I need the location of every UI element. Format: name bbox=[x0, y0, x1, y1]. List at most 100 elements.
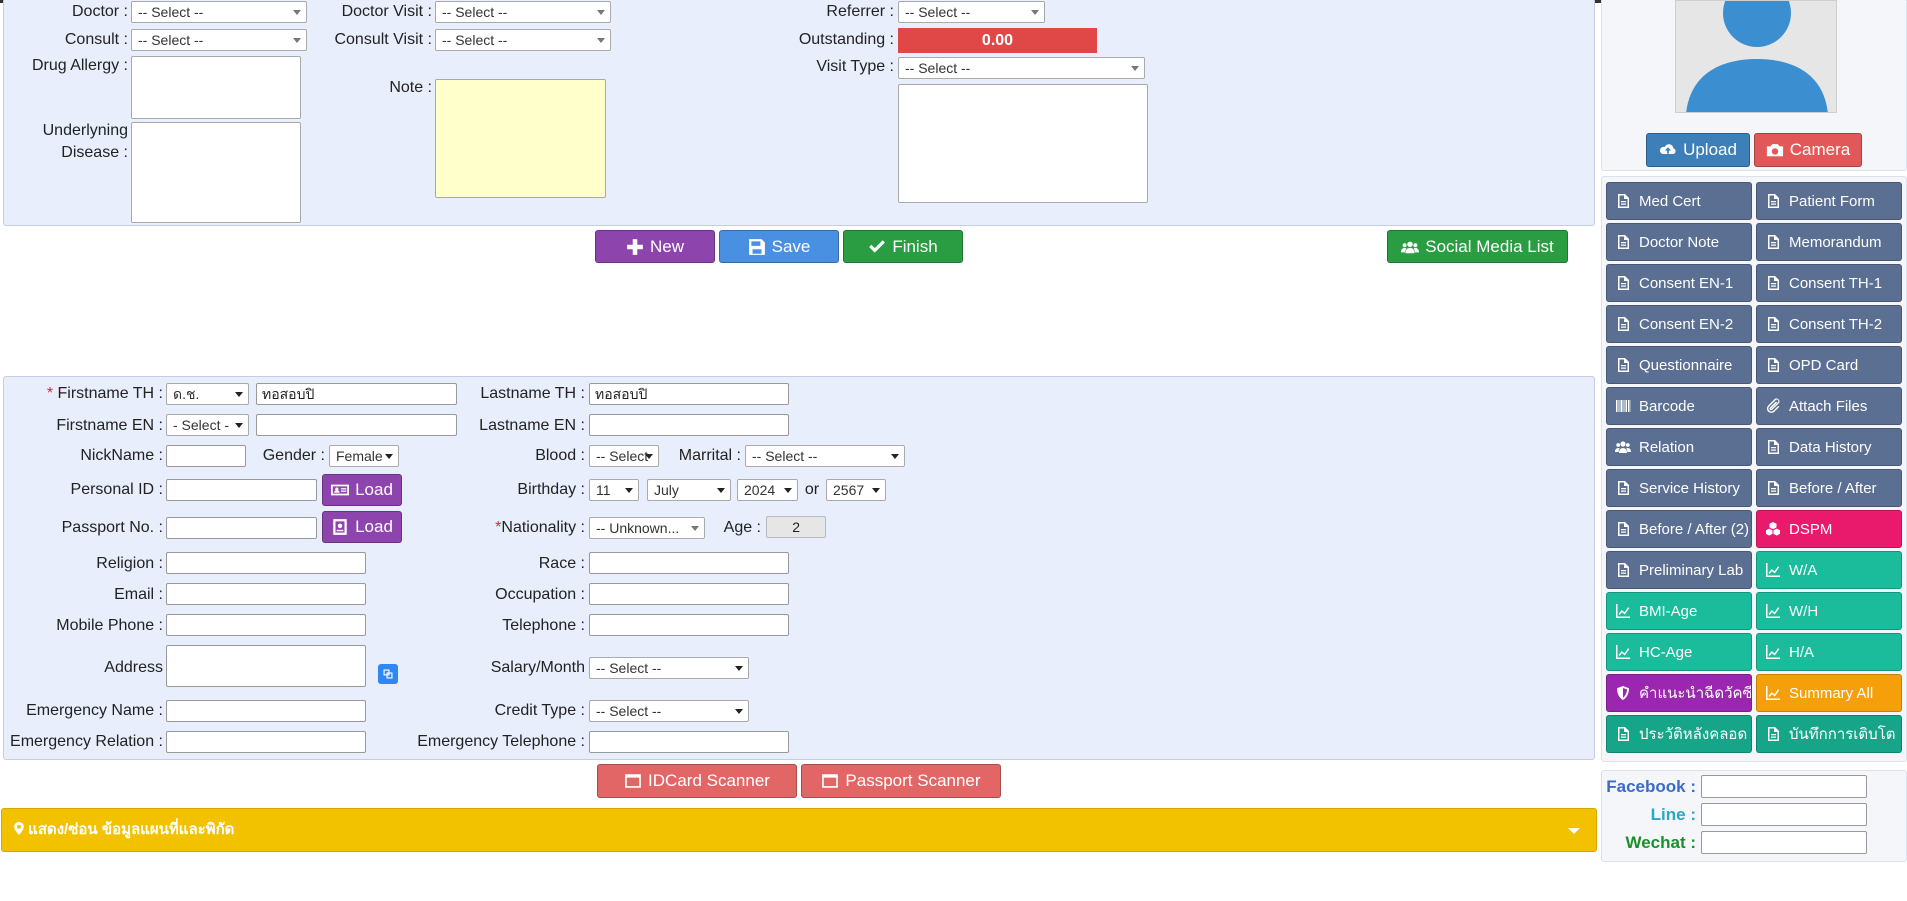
social-media-list-button[interactable]: Social Media List bbox=[1387, 230, 1568, 263]
title-th-select[interactable]: ด.ช. bbox=[166, 383, 249, 405]
facebook-input[interactable] bbox=[1701, 775, 1867, 798]
passport-load-button[interactable]: Load bbox=[322, 511, 402, 543]
side-button-doctor-note[interactable]: Doctor Note bbox=[1606, 223, 1752, 261]
occupation-input[interactable] bbox=[589, 583, 789, 605]
emergency-telephone-input[interactable] bbox=[589, 731, 789, 753]
side-button-summary-all[interactable]: Summary All bbox=[1756, 674, 1902, 712]
title-en-select[interactable]: - Select - bbox=[166, 414, 249, 436]
side-button-dspm[interactable]: DSPM bbox=[1756, 510, 1902, 548]
underlying-label-line1: Underlyning bbox=[42, 122, 128, 139]
firstname-th-input[interactable]: ทอสอบปิ bbox=[256, 383, 457, 405]
mobile-phone-input[interactable] bbox=[166, 614, 366, 636]
save-button[interactable]: Save bbox=[719, 230, 839, 263]
emergency-relation-label: Emergency Relation : bbox=[10, 733, 163, 750]
new-button[interactable]: New bbox=[595, 230, 715, 263]
referrer-label: Referrer : bbox=[826, 3, 894, 20]
side-button-memorandum[interactable]: Memorandum bbox=[1756, 223, 1902, 261]
chart-line-icon bbox=[1766, 645, 1780, 659]
visit-type-textarea[interactable] bbox=[898, 84, 1148, 203]
line-input[interactable] bbox=[1701, 803, 1867, 826]
side-button-consent-th-1[interactable]: Consent TH-1 bbox=[1756, 264, 1902, 302]
finish-button-label: Finish bbox=[892, 236, 938, 256]
chart-line-icon bbox=[1766, 686, 1780, 700]
side-button-thai-26[interactable]: ประวัติหลังคลอด bbox=[1606, 715, 1752, 753]
side-button-barcode[interactable]: Barcode bbox=[1606, 387, 1752, 425]
side-button-label: Data History bbox=[1789, 438, 1872, 456]
note-textarea[interactable] bbox=[435, 79, 606, 198]
birth-month-select[interactable]: July bbox=[647, 479, 731, 501]
side-button-preliminary-lab[interactable]: Preliminary Lab bbox=[1606, 551, 1752, 589]
nickname-input[interactable] bbox=[166, 445, 246, 467]
side-button-service-history[interactable]: Service History bbox=[1606, 469, 1752, 507]
side-button-opd-card[interactable]: OPD Card bbox=[1756, 346, 1902, 384]
side-button-hc-age[interactable]: HC-Age bbox=[1606, 633, 1752, 671]
religion-input[interactable] bbox=[166, 552, 366, 574]
birth-day-select[interactable]: 11 bbox=[589, 479, 639, 501]
side-button-label: Service History bbox=[1639, 479, 1740, 497]
side-button-w-a[interactable]: W/A bbox=[1756, 551, 1902, 589]
marital-select[interactable]: -- Select -- bbox=[745, 445, 905, 467]
side-button-thai-27[interactable]: บันทึกการเติบโต bbox=[1756, 715, 1902, 753]
chart-line-icon bbox=[1616, 604, 1630, 618]
document-icon bbox=[1618, 276, 1629, 290]
lastname-en-input[interactable] bbox=[589, 414, 789, 436]
document-icon bbox=[1768, 276, 1779, 290]
doctor-visit-label: Doctor Visit : bbox=[341, 3, 432, 20]
email-input[interactable] bbox=[166, 583, 366, 605]
address-textarea[interactable] bbox=[166, 645, 366, 687]
side-button-data-history[interactable]: Data History bbox=[1756, 428, 1902, 466]
copy-address-button[interactable] bbox=[378, 664, 398, 684]
drug-allergy-textarea[interactable] bbox=[131, 56, 301, 119]
telephone-input[interactable] bbox=[589, 614, 789, 636]
underlying-disease-textarea[interactable] bbox=[131, 122, 301, 223]
birth-year-th-select[interactable]: 2567 bbox=[826, 479, 886, 501]
personal-id-load-button[interactable]: Load bbox=[322, 474, 402, 506]
consult-select[interactable]: -- Select -- bbox=[131, 29, 307, 51]
blood-select[interactable]: -- Select bbox=[589, 445, 659, 467]
gender-label: Gender : bbox=[262, 447, 325, 464]
camera-button[interactable]: Camera bbox=[1754, 133, 1862, 167]
credit-type-select[interactable]: -- Select -- bbox=[589, 700, 749, 722]
consult-visit-select[interactable]: -- Select -- bbox=[435, 29, 611, 51]
firstname-en-input[interactable] bbox=[256, 414, 457, 436]
visit-type-select[interactable]: -- Select -- bbox=[898, 57, 1145, 79]
passport-scanner-button[interactable]: Passport Scanner bbox=[801, 764, 1001, 798]
passport-input[interactable] bbox=[166, 517, 317, 539]
lastname-th-input[interactable]: ทอสอบปิ bbox=[589, 383, 789, 405]
document-icon bbox=[1618, 522, 1629, 536]
side-button-w-h[interactable]: W/H bbox=[1756, 592, 1902, 630]
side-button-attach-files[interactable]: Attach Files bbox=[1756, 387, 1902, 425]
age-label: Age : bbox=[723, 519, 761, 536]
birth-year-select[interactable]: 2024 bbox=[737, 479, 798, 501]
referrer-select[interactable]: -- Select -- bbox=[898, 1, 1045, 23]
document-icon bbox=[1768, 317, 1779, 331]
doctor-visit-select[interactable]: -- Select -- bbox=[435, 1, 611, 23]
side-button-h-a[interactable]: H/A bbox=[1756, 633, 1902, 671]
side-button-consent-th-2[interactable]: Consent TH-2 bbox=[1756, 305, 1902, 343]
side-button-before-after-2[interactable]: Before / After (2) bbox=[1606, 510, 1752, 548]
upload-button[interactable]: Upload bbox=[1646, 133, 1750, 167]
side-button-thai-24[interactable]: คำแนะนำฉีดวัคซีน bbox=[1606, 674, 1752, 712]
side-button-med-cert[interactable]: Med Cert bbox=[1606, 182, 1752, 220]
map-toggle-bar[interactable]: แสดง/ซ่อน ข้อมูลแผนที่และพิกัด bbox=[1, 808, 1597, 852]
map-toggle-label: แสดง/ซ่อน ข้อมูลแผนที่และพิกัด bbox=[28, 821, 235, 838]
side-button-patient-form[interactable]: Patient Form bbox=[1756, 182, 1902, 220]
side-button-consent-en-2[interactable]: Consent EN-2 bbox=[1606, 305, 1752, 343]
gender-select[interactable]: Female bbox=[329, 445, 399, 467]
emergency-relation-input[interactable] bbox=[166, 731, 366, 753]
emergency-name-input[interactable] bbox=[166, 700, 366, 722]
wechat-input[interactable] bbox=[1701, 831, 1867, 854]
nationality-select[interactable]: -- Unknown... bbox=[589, 517, 705, 539]
side-button-bmi-age[interactable]: BMI-Age bbox=[1606, 592, 1752, 630]
side-button-relation[interactable]: Relation bbox=[1606, 428, 1752, 466]
side-button-before-after[interactable]: Before / After bbox=[1756, 469, 1902, 507]
side-button-questionnaire[interactable]: Questionnaire bbox=[1606, 346, 1752, 384]
salary-select[interactable]: -- Select -- bbox=[589, 657, 749, 679]
doctor-select[interactable]: -- Select -- bbox=[131, 1, 307, 23]
finish-button[interactable]: Finish bbox=[843, 230, 963, 263]
idcard-scanner-button[interactable]: IDCard Scanner bbox=[597, 764, 797, 798]
personal-id-input[interactable] bbox=[166, 479, 317, 501]
race-input[interactable] bbox=[589, 552, 789, 574]
side-button-consent-en-1[interactable]: Consent EN-1 bbox=[1606, 264, 1752, 302]
facebook-label: Facebook : bbox=[1606, 777, 1696, 796]
